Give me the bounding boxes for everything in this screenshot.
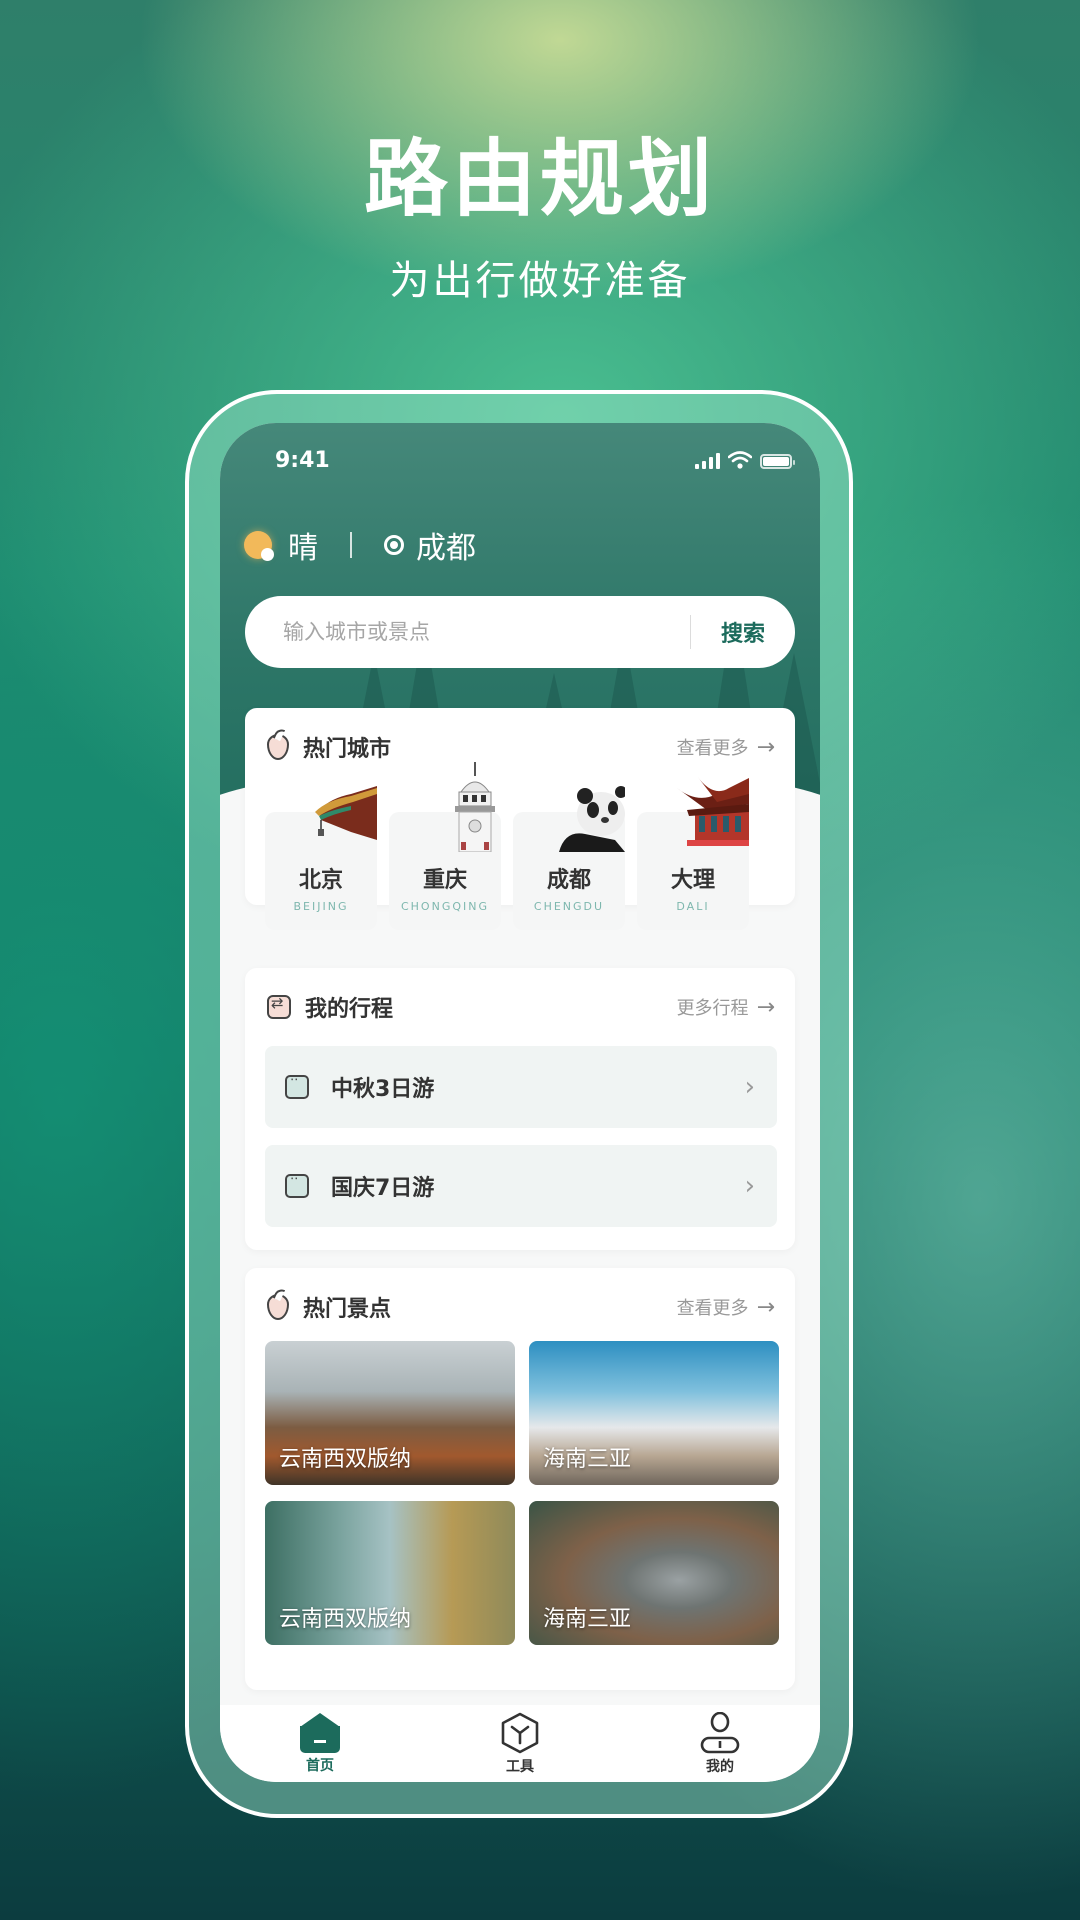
hot-cities-more-link[interactable]: 查看更多 → (677, 734, 775, 760)
signal-icon (695, 453, 720, 469)
city-name: 北京 (298, 868, 343, 893)
hot-cities-title: 热门城市 (303, 737, 392, 762)
hot-cities-header: 热门城市 查看更多 → (267, 730, 775, 764)
current-city[interactable]: 成都 (416, 523, 476, 567)
city-pinyin: BEIJING (293, 900, 349, 913)
spot-card[interactable]: 云南西双版纳 (265, 1501, 515, 1645)
map-pins-icon (285, 1073, 309, 1099)
trip-item[interactable]: 中秋3日游 › (265, 1046, 777, 1128)
spot-label: 海南三亚 (543, 1447, 632, 1472)
my-trips-card: 我的行程 更多行程 → 中秋3日游 › 国庆7日游 › (245, 968, 795, 1250)
more-label: 查看更多 (676, 1298, 749, 1319)
home-icon (300, 1712, 340, 1753)
profile-icon (700, 1711, 740, 1753)
more-label: 查看更多 (676, 738, 749, 759)
city-card-chongqing[interactable]: 重庆 CHONGQING (389, 762, 501, 930)
city-pinyin: CHENGDU (533, 900, 605, 913)
location-target-icon[interactable] (384, 535, 404, 555)
trip-label: 中秋3日游 (331, 1077, 435, 1102)
bottom-nav: 首页 工具 我的 (220, 1705, 820, 1782)
hot-cities-card: 热门城市 查看更多 → 北京 BEIJING 重庆 CHONGQING 成都 C… (245, 708, 795, 930)
route-icon (267, 994, 291, 1019)
spot-label: 海南三亚 (543, 1607, 632, 1632)
wifi-icon (728, 451, 752, 469)
hot-spots-card: 热门景点 查看更多 → 云南西双版纳 海南三亚 云南西双版纳 海南三亚 (245, 1268, 795, 1690)
tower-image (455, 762, 495, 852)
search-bar: 搜索 (245, 596, 795, 668)
hot-spots-header: 热门景点 查看更多 → (267, 1290, 775, 1324)
status-bar: 9:41 (220, 423, 820, 503)
chevron-right-icon: › (744, 1072, 755, 1102)
more-label: 更多行程 (676, 998, 749, 1019)
city-card-beijing[interactable]: 北京 BEIJING (265, 780, 377, 930)
flame-icon (267, 1294, 289, 1320)
my-trips-header: 我的行程 更多行程 → (267, 990, 775, 1024)
city-pinyin: DALI (676, 900, 710, 913)
spot-card[interactable]: 海南三亚 (529, 1341, 779, 1485)
sun-icon (244, 531, 274, 561)
tools-cube-icon (501, 1712, 539, 1753)
hot-spots-more-link[interactable]: 查看更多 → (677, 1294, 775, 1320)
more-trips-link[interactable]: 更多行程 → (677, 994, 775, 1020)
arrow-right-icon: → (756, 734, 775, 760)
city-name: 大理 (670, 868, 715, 893)
city-card-chengdu[interactable]: 成都 CHENGDU (513, 780, 625, 930)
spot-label: 云南西双版纳 (279, 1607, 412, 1632)
hot-spots-title: 热门景点 (303, 1297, 392, 1322)
battery-icon (760, 454, 795, 469)
search-button[interactable]: 搜索 (691, 616, 795, 648)
spot-card[interactable]: 海南三亚 (529, 1501, 779, 1645)
nav-label: 首页 (306, 1757, 334, 1774)
city-list: 北京 BEIJING 重庆 CHONGQING 成都 CHENGDU 大理 DA… (265, 762, 749, 930)
hero-subtitle: 为出行做好准备 (389, 258, 691, 304)
map-pins-icon (285, 1172, 309, 1198)
weather-location-row: 晴 成都 (244, 523, 476, 567)
divider (350, 532, 352, 558)
temple-image (677, 776, 749, 846)
panda-image (559, 786, 625, 852)
chevron-right-icon: › (744, 1171, 755, 1201)
spot-grid: 云南西双版纳 海南三亚 云南西双版纳 海南三亚 (265, 1341, 779, 1645)
nav-label: 我的 (706, 1758, 734, 1775)
city-name: 重庆 (422, 868, 467, 893)
spot-label: 云南西双版纳 (279, 1447, 412, 1472)
arrow-right-icon: → (756, 1294, 775, 1320)
status-icons (695, 451, 795, 469)
arrow-right-icon: → (756, 994, 775, 1020)
phone-screen: 9:41 晴 成都 搜索 热门城市 查看更多 (220, 423, 820, 1782)
my-trips-title: 我的行程 (305, 997, 394, 1022)
nav-tools[interactable]: 工具 (460, 1712, 580, 1776)
status-time: 9:41 (275, 448, 330, 473)
flame-icon (267, 734, 289, 760)
palace-roof-image (315, 786, 377, 840)
city-card-dali[interactable]: 大理 DALI (637, 776, 749, 930)
weather-condition: 晴 (288, 531, 318, 566)
hero-title: 路由规划 (363, 130, 716, 228)
spot-card[interactable]: 云南西双版纳 (265, 1341, 515, 1485)
nav-label: 工具 (506, 1758, 534, 1775)
search-input[interactable] (245, 596, 690, 668)
city-pinyin: CHONGQING (400, 900, 490, 913)
city-name: 成都 (546, 868, 591, 893)
nav-profile[interactable]: 我的 (660, 1711, 780, 1776)
nav-home[interactable]: 首页 (260, 1712, 380, 1775)
trip-item[interactable]: 国庆7日游 › (265, 1145, 777, 1227)
trip-label: 国庆7日游 (331, 1176, 435, 1201)
